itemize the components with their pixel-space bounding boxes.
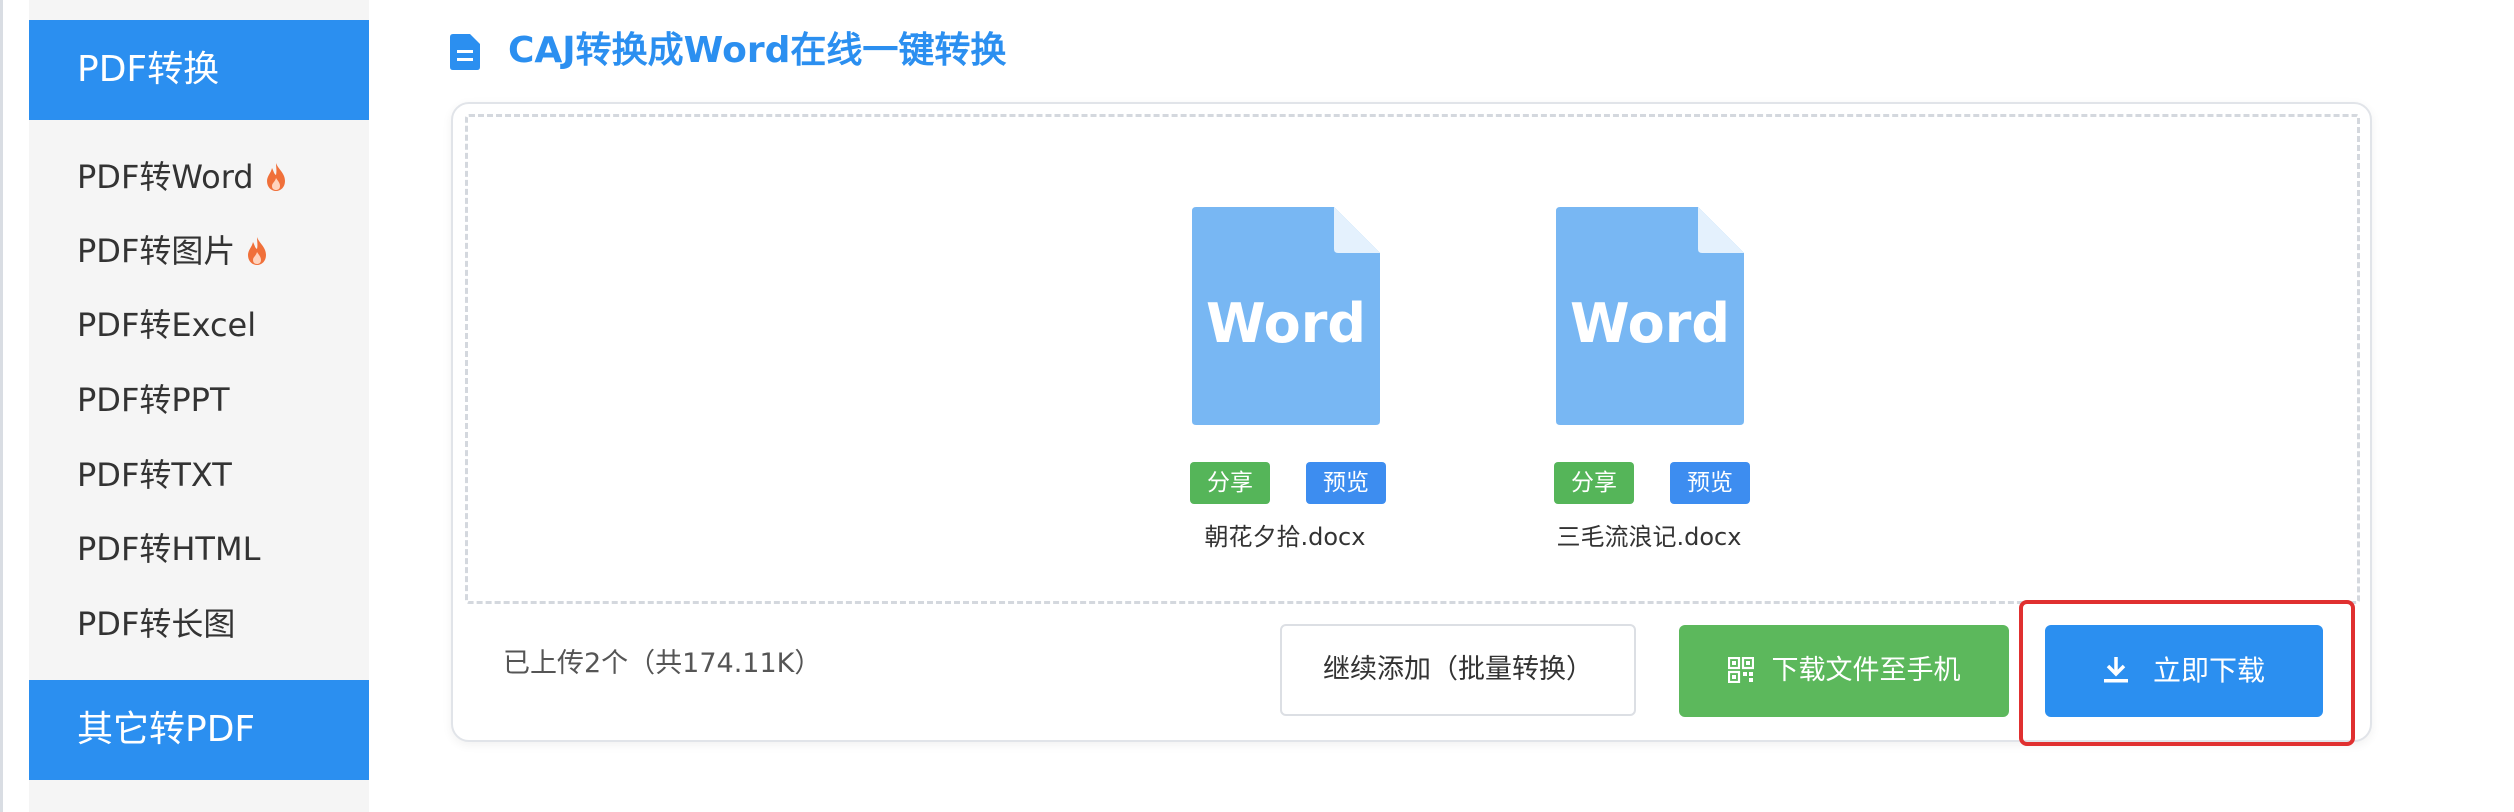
word-document-icon[interactable]: Word	[1192, 207, 1380, 425]
sidebar-item-pdf-to-html[interactable]: PDF转HTML	[77, 520, 260, 578]
download-to-phone-label: 下载文件至手机	[1771, 655, 1961, 686]
preview-button[interactable]: 预览	[1306, 462, 1386, 504]
file-name: 三毛流浪记.docx	[1556, 523, 1742, 551]
sidebar-item-label: PDF转图片	[77, 232, 236, 270]
download-arrow-icon	[2103, 657, 2128, 683]
converter-panel: Word 分享 预览 朝花夕拾.docx Word 分享 预览 三毛流浪记.do…	[451, 102, 2372, 742]
file-item: Word 分享 预览 朝花夕拾.docx	[1126, 207, 1386, 567]
sidebar-item-pdf-to-excel[interactable]: PDF转Excel	[77, 296, 256, 354]
share-button[interactable]: 分享	[1554, 462, 1634, 504]
file-icon-label: Word	[1206, 292, 1366, 355]
flame-icon	[248, 237, 267, 265]
sidebar-item-label: PDF转HTML	[77, 530, 261, 568]
word-document-icon[interactable]: Word	[1556, 207, 1744, 425]
sidebar-item-pdf-to-word[interactable]: PDF转Word	[77, 148, 288, 206]
sidebar-item-pdf-to-long-image[interactable]: PDF转长图	[77, 595, 235, 653]
file-item: Word 分享 预览 三毛流浪记.docx	[1490, 207, 1750, 567]
sidebar-section-pdf-convert[interactable]: PDF转换	[29, 20, 369, 120]
qr-code-icon	[1727, 657, 1754, 683]
sidebar-item-label: PDF转Word	[77, 158, 254, 196]
file-drop-zone[interactable]: Word 分享 预览 朝花夕拾.docx Word 分享 预览 三毛流浪记.do…	[465, 114, 2360, 604]
download-now-button[interactable]: 立即下载	[2045, 625, 2323, 717]
sidebar-section-other-to-pdf[interactable]: 其它转PDF	[29, 680, 369, 780]
flame-icon	[266, 163, 285, 191]
sidebar: PDF转换 PDF转Word PDF转图片 PDF转Excel PDF转PPT …	[29, 0, 369, 812]
sidebar-item-label: PDF转TXT	[77, 456, 232, 494]
download-now-label: 立即下载	[2152, 654, 2265, 687]
file-name: 朝花夕拾.docx	[1204, 523, 1366, 551]
sidebar-item-pdf-to-txt[interactable]: PDF转TXT	[77, 446, 232, 504]
preview-button[interactable]: 预览	[1670, 462, 1750, 504]
sidebar-item-label: PDF转PPT	[77, 381, 230, 419]
upload-status-text: 已上传2个（共174.11K）	[503, 648, 822, 679]
sidebar-item-label: PDF转Excel	[77, 306, 257, 344]
share-button[interactable]: 分享	[1190, 462, 1270, 504]
sidebar-item-pdf-to-ppt[interactable]: PDF转PPT	[77, 371, 230, 429]
sidebar-item-label: PDF转长图	[77, 605, 236, 643]
download-to-phone-button[interactable]: 下载文件至手机	[1679, 625, 2009, 717]
file-icon-label: Word	[1570, 292, 1730, 355]
sidebar-item-pdf-to-image[interactable]: PDF转图片	[77, 222, 269, 280]
page-title: CAJ转换成Word在线一键转换	[508, 30, 1007, 71]
document-list-icon	[450, 34, 480, 70]
page-left-border	[0, 0, 3, 812]
continue-add-button[interactable]: 继续添加（批量转换）	[1280, 624, 1636, 716]
